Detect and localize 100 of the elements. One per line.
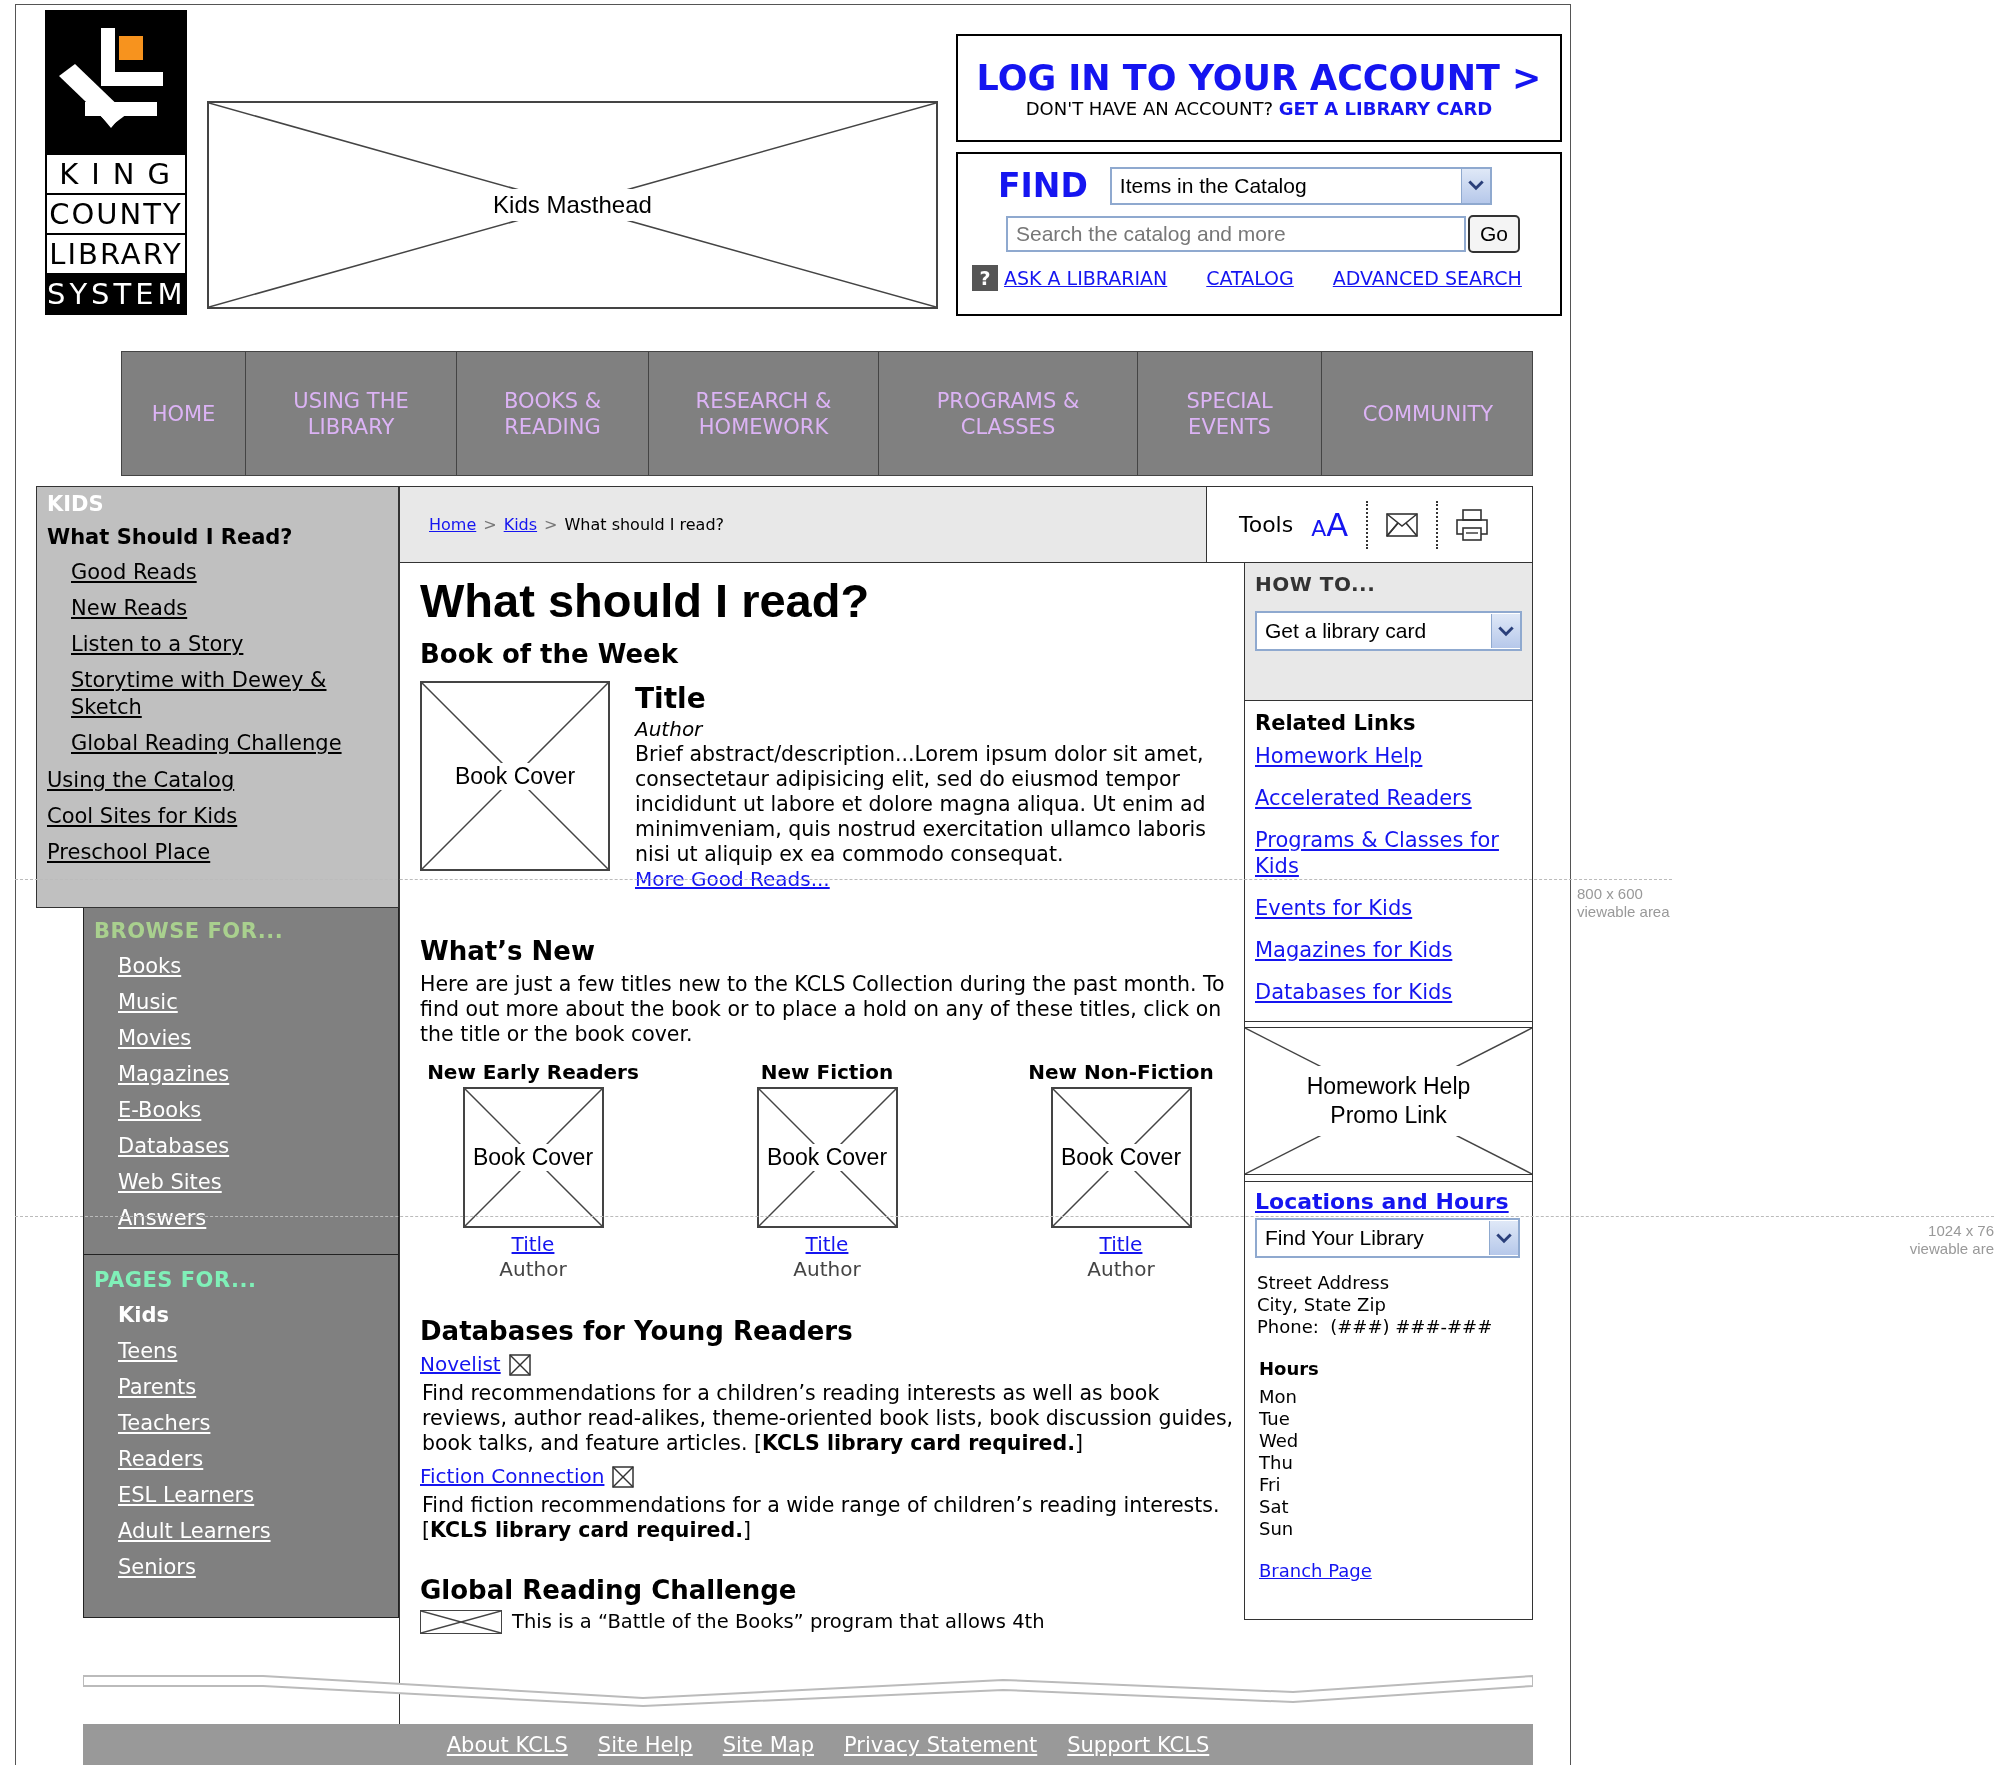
image-placeholder-icon <box>508 1353 531 1376</box>
address-line: City, State Zip <box>1257 1294 1387 1316</box>
promo-placeholder[interactable]: Homework Help Promo Link <box>1245 1027 1532 1175</box>
book-author: Author <box>793 1257 861 1282</box>
section-heading: Related Links <box>1255 710 1416 737</box>
print-icon[interactable] <box>1456 508 1489 541</box>
sidebar-link[interactable]: Using the Catalog <box>47 762 235 798</box>
sidebar-link[interactable]: Global Reading Challenge <box>71 730 342 757</box>
sidebar-link[interactable]: Teachers <box>118 1405 211 1441</box>
account-prompt: DON'T HAVE AN ACCOUNT? <box>1025 97 1273 119</box>
login-link[interactable]: LOG IN TO YOUR ACCOUNT > <box>976 57 1542 98</box>
locations-link[interactable]: Locations and Hours <box>1255 1188 1509 1216</box>
sidebar-link[interactable]: Books <box>118 948 182 984</box>
intro-text: Here are just a few titles new to the KCLS Collection during the past month. To find out more about the book or to place a hold on any of these titles, click on the title or the book cover. <box>420 972 1226 1047</box>
related-link[interactable]: Programs & Classes for Kids <box>1255 827 1522 879</box>
book-cover-placeholder[interactable]: Book Cover <box>1050 1087 1192 1228</box>
section-heading: What’s New <box>420 935 596 968</box>
search-link[interactable]: ADVANCED SEARCH <box>1332 267 1522 289</box>
section-heading: KIDS <box>47 491 104 518</box>
book-author: Author <box>1087 1257 1155 1282</box>
search-link[interactable]: ASK A LIBRARIAN <box>1004 267 1168 289</box>
sidebar-link[interactable]: Web Sites <box>118 1164 222 1200</box>
logo-text: SYSTEM <box>45 275 187 315</box>
book-title-link[interactable]: Title <box>1099 1232 1143 1257</box>
sidebar-link[interactable]: Kids <box>118 1297 169 1333</box>
sidebar-link[interactable]: Magazines <box>118 1056 230 1092</box>
sidebar-link[interactable]: Cool Sites for Kids <box>47 798 238 834</box>
database-link[interactable]: Fiction Connection <box>420 1464 605 1489</box>
day-label: Fri <box>1259 1474 1282 1496</box>
sidebar-link[interactable]: Readers <box>118 1441 204 1477</box>
address-line: Phone: (###) ###-### <box>1257 1316 1493 1338</box>
related-link[interactable]: Accelerated Readers <box>1255 785 1472 811</box>
related-link[interactable]: Events for Kids <box>1255 895 1413 921</box>
related-link[interactable]: Databases for Kids <box>1255 979 1453 1005</box>
book-cover-placeholder[interactable]: Book Cover <box>756 1087 898 1228</box>
column-heading: New Fiction <box>760 1059 894 1085</box>
breadcrumb-current: What should I read? <box>564 515 725 534</box>
tools-label: Tools <box>1239 512 1294 537</box>
sidebar-link[interactable]: Music <box>118 984 178 1020</box>
book-author: Author <box>499 1257 567 1282</box>
day-label: Wed <box>1259 1430 1299 1452</box>
section-heading: Global Reading Challenge <box>420 1574 798 1607</box>
day-label: Thu <box>1259 1452 1294 1474</box>
database-description: Find fiction recommendations for a wide range of children’s reading interests. [KCLS library card required.] <box>421 1493 1221 1543</box>
sidebar-link[interactable]: New Reads <box>71 595 188 622</box>
chevron-icon <box>1489 1221 1518 1255</box>
search-link[interactable]: CATALOG <box>1206 267 1294 289</box>
viewport-guide-label: viewable are <box>1909 1240 1994 1258</box>
book-title: Title <box>635 681 706 717</box>
how-to-dropdown[interactable]: Get a library card <box>1255 611 1522 651</box>
sidebar-link[interactable]: Answers <box>118 1200 207 1236</box>
chevron-icon <box>1460 168 1490 203</box>
breadcrumb-separator: > <box>483 515 497 534</box>
sidebar-link[interactable]: Storytime with Dewey & Sketch <box>71 667 361 721</box>
database-description: Find recommendations for a children’s reading interests as well as book reviews, author read-alikes, theme-oriented book lists, book discussion guides, book talks, and feature articles. [KCLS library card required.] <box>421 1381 1234 1456</box>
sidebar-link[interactable]: Preschool Place <box>47 834 211 870</box>
section-heading: Databases for Young Readers <box>420 1315 854 1348</box>
day-label: Sat <box>1259 1496 1290 1518</box>
sidebar-link[interactable]: E-Books <box>118 1092 202 1128</box>
related-link[interactable]: Homework Help <box>1255 743 1423 769</box>
library-dropdown[interactable]: Find Your Library <box>1255 1218 1520 1258</box>
logo-text: COUNTY <box>45 195 187 235</box>
breadcrumb-link[interactable]: Kids <box>503 515 538 534</box>
sidebar-link[interactable]: Databases <box>118 1128 230 1164</box>
column-heading: New Early Readers <box>427 1059 639 1085</box>
find-label: FIND <box>998 166 1088 205</box>
day-label: Sun <box>1259 1518 1295 1540</box>
breadcrumb-separator: > <box>544 515 558 534</box>
breadcrumb-link[interactable]: Home <box>429 515 477 534</box>
book-cover-placeholder[interactable]: Book Cover <box>420 681 610 871</box>
scope-dropdown[interactable]: Items in the Catalog <box>1109 166 1492 205</box>
sidebar-link[interactable]: ESL Learners <box>118 1477 255 1513</box>
section-heading: Book of the Week <box>420 638 680 671</box>
sidebar-link[interactable]: Movies <box>118 1020 192 1056</box>
sidebar-link[interactable]: What Should I Read? <box>47 519 293 555</box>
book-description: Brief abstract/description...Lorem ipsum dolor sit amet, consectetaur adipisicing elit, sed do eiusmod tempor incididunt ut labore et dolore magna aliqua. Ut enim ad minimveniam, quis nostrud exercitation ullamco laboris nisi ut aliquip ex ea commodo consequat. <box>635 742 1207 867</box>
sidebar-link[interactable]: Listen to a Story <box>71 631 244 658</box>
more-link[interactable]: More Good Reads... <box>635 867 830 892</box>
search-field[interactable]: Search the catalog and more <box>1006 216 1466 252</box>
sidebar-link[interactable]: Parents <box>118 1369 197 1405</box>
sidebar-link[interactable]: Good Reads <box>71 559 197 586</box>
branch-link[interactable]: Branch Page <box>1259 1558 1372 1583</box>
book-cover-placeholder[interactable]: Book Cover <box>462 1087 604 1228</box>
go-button[interactable]: Go <box>1468 215 1520 253</box>
page-title: What should I read? <box>420 573 871 629</box>
mail-icon[interactable] <box>1386 512 1419 537</box>
book-title-link[interactable]: Title <box>805 1232 849 1257</box>
help-icon[interactable]: ? <box>972 265 998 291</box>
related-link[interactable]: Magazines for Kids <box>1255 937 1453 963</box>
book-title-link[interactable]: Title <box>511 1232 555 1257</box>
logo-text: KING <box>45 155 187 195</box>
viewport-guide-label: 1024 x 76 <box>1927 1222 1994 1240</box>
column-heading: New Non-Fiction <box>1028 1059 1214 1085</box>
library-card-link[interactable]: GET A LIBRARY CARD <box>1278 97 1493 119</box>
database-link[interactable]: Novelist <box>420 1352 501 1377</box>
sidebar-link[interactable]: Adult Learners <box>118 1513 271 1549</box>
image-placeholder-icon <box>612 1465 635 1488</box>
sidebar-link[interactable]: Teens <box>118 1333 178 1369</box>
text-size-button[interactable]: AA <box>1311 505 1349 544</box>
sidebar-link[interactable]: Seniors <box>118 1549 196 1585</box>
